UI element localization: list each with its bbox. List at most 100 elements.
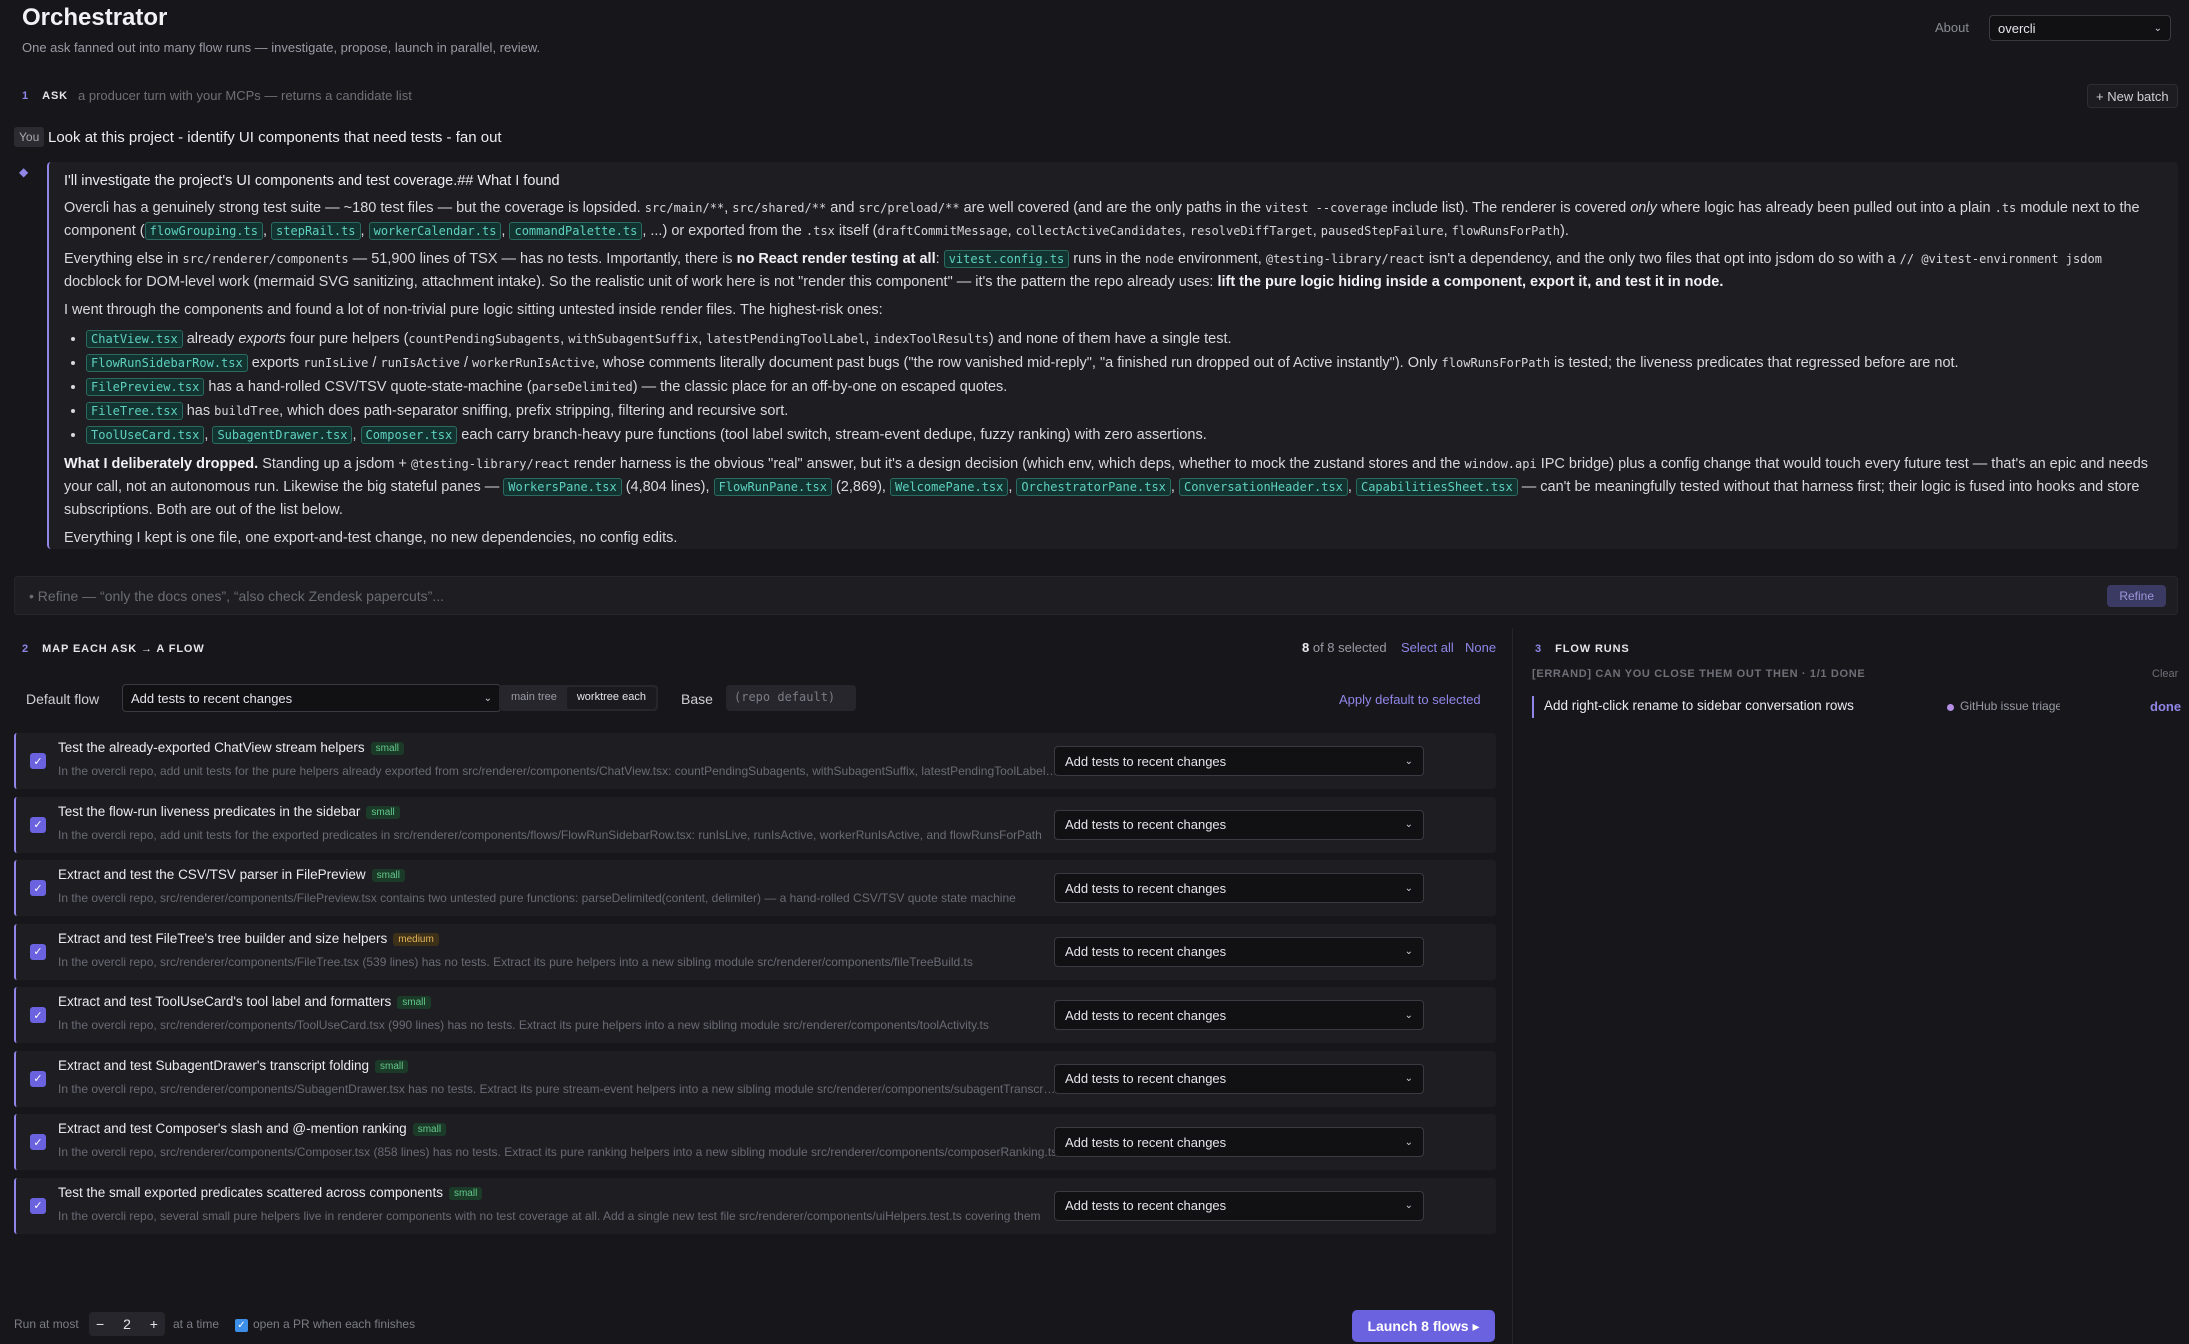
row-checkbox[interactable]: ✓ bbox=[30, 943, 46, 960]
map-section-header: 2 MAP EACH ASK → A FLOW bbox=[22, 643, 205, 655]
flow-select-value: Add tests to recent changes bbox=[1065, 753, 1227, 769]
flow-row-title: Extract and test ToolUseCard's tool labe… bbox=[58, 994, 431, 1009]
flow-row-description: In the overcli repo, add unit tests for … bbox=[58, 764, 1058, 778]
new-batch-button[interactable]: + New batch bbox=[2087, 84, 2178, 108]
step-number: 1 bbox=[22, 89, 29, 102]
chevron-down-icon: ⌄ bbox=[1404, 1073, 1413, 1084]
project-select[interactable]: overcli ⌄ bbox=[1989, 15, 2171, 41]
open-pr-label: open a PR when each finishes bbox=[253, 1317, 416, 1331]
select-none-link[interactable]: None bbox=[1465, 640, 1496, 655]
flow-row[interactable]: ✓ Extract and test the CSV/TSV parser in … bbox=[14, 860, 1496, 916]
row-checkbox[interactable]: ✓ bbox=[30, 1007, 46, 1023]
flow-select[interactable]: Add tests to recent changes ⌄ bbox=[1054, 746, 1424, 776]
flow-row-description: In the overcli repo, src/renderer/compon… bbox=[58, 1081, 1058, 1096]
file-tag: workerCalendar.ts bbox=[368, 222, 502, 240]
file-tag: OrchestratorPane.tsx bbox=[1016, 478, 1171, 496]
chevron-down-icon: ⌄ bbox=[1404, 1136, 1413, 1148]
file-tag: WelcomePane.tsx bbox=[889, 478, 1009, 496]
list-item: ToolUseCard.tsx, SubagentDrawer.tsx, Com… bbox=[86, 423, 2162, 447]
size-badge: small bbox=[374, 1059, 409, 1073]
file-tag: WorkersPane.tsx bbox=[503, 478, 622, 496]
file-tag: ToolUseCard.tsx bbox=[86, 426, 205, 444]
user-prompt: Look at this project - identify UI compo… bbox=[48, 129, 502, 146]
apply-default-link[interactable]: Apply default to selected bbox=[1339, 692, 1481, 707]
base-input[interactable]: (repo default) bbox=[726, 685, 856, 711]
step-number: 2 bbox=[22, 643, 29, 655]
answer-list: ChatView.tsx already exports four pure h… bbox=[86, 327, 2162, 447]
chevron-down-icon: ⌄ bbox=[1404, 1200, 1413, 1211]
launch-flows-button[interactable]: Launch 8 flows ▸ bbox=[1352, 1310, 1495, 1342]
worktree-each-option[interactable]: worktree each bbox=[566, 687, 656, 709]
flow-row-title: Extract and test the CSV/TSV parser in F… bbox=[58, 867, 405, 882]
project-select-value: overcli bbox=[1998, 20, 2036, 36]
flow-select[interactable]: Add tests to recent changes ⌄ bbox=[1054, 1190, 1424, 1221]
flow-row-title: Extract and test FileTree's tree builder… bbox=[58, 931, 439, 946]
flow-row-title: Test the small exported predicates scatt… bbox=[58, 1185, 483, 1200]
step-title: ASK bbox=[42, 89, 68, 102]
size-badge: medium bbox=[393, 932, 439, 946]
flow-run-row[interactable]: Add right-click rename to sidebar conver… bbox=[1532, 696, 2182, 718]
flow-run-status: done bbox=[2150, 699, 2182, 714]
flow-row[interactable]: ✓ Extract and test SubagentDrawer's trans… bbox=[14, 1050, 1496, 1107]
file-tag: FilePreview.tsx bbox=[86, 378, 205, 396]
flow-row-title: Extract and test Composer's slash and @-… bbox=[58, 1121, 447, 1136]
app-subtitle: One ask fanned out into many flow runs —… bbox=[22, 40, 541, 55]
step-title: FLOW RUNS bbox=[1555, 643, 1630, 655]
flow-row[interactable]: ✓ Test the flow-run liveness predicates i… bbox=[14, 796, 1496, 853]
increment-button[interactable]: + bbox=[150, 1316, 158, 1332]
open-pr-checkbox[interactable]: ✓ bbox=[235, 1319, 248, 1332]
flow-select[interactable]: Add tests to recent changes ⌄ bbox=[1054, 873, 1424, 903]
flow-select-value: Add tests to recent changes bbox=[1065, 1134, 1227, 1150]
select-all-link[interactable]: Select all bbox=[1401, 640, 1454, 655]
row-checkbox[interactable]: ✓ bbox=[30, 1197, 46, 1214]
errand-header: [ERRAND] CAN YOU CLOSE THEM OUT THEN · 1… bbox=[1532, 668, 1866, 680]
row-checkbox[interactable]: ✓ bbox=[30, 753, 46, 769]
flow-row-description: In the overcli repo, several small pure … bbox=[58, 1208, 1041, 1223]
row-checkbox[interactable]: ✓ bbox=[30, 880, 46, 896]
flow-select[interactable]: Add tests to recent changes ⌄ bbox=[1054, 1127, 1424, 1157]
flow-select-value: Add tests to recent changes bbox=[1065, 817, 1227, 832]
size-badge: small bbox=[366, 805, 400, 819]
refine-input[interactable]: • Refine — “only the docs ones”, “also c… bbox=[14, 576, 2178, 615]
default-flow-select[interactable]: Add tests to recent changes ⌄ bbox=[122, 684, 501, 712]
flow-row[interactable]: ✓ Test the small exported predicates scat… bbox=[14, 1177, 1496, 1234]
step-number: 3 bbox=[1535, 643, 1542, 655]
answer-paragraph: I went through the components and found … bbox=[64, 302, 883, 318]
flow-row-description: In the overcli repo, src/renderer/compon… bbox=[58, 954, 973, 969]
flow-row[interactable]: ✓ Extract and test ToolUseCard's tool lab… bbox=[14, 987, 1496, 1043]
flow-row[interactable]: ✓ Extract and test Composer's slash and @… bbox=[14, 1114, 1496, 1170]
file-tag: FileTree.tsx bbox=[86, 402, 183, 420]
flow-select[interactable]: Add tests to recent changes ⌄ bbox=[1054, 1063, 1424, 1094]
flow-select[interactable]: Add tests to recent changes ⌄ bbox=[1054, 1000, 1424, 1030]
step-description: a producer turn with your MCPs — returns… bbox=[78, 88, 412, 103]
file-tag: ConversationHeader.tsx bbox=[1178, 478, 1348, 496]
run-at-most-label: Run at most bbox=[14, 1317, 79, 1331]
flow-select[interactable]: Add tests to recent changes ⌄ bbox=[1054, 809, 1424, 840]
concurrency-stepper[interactable]: − 2 + bbox=[89, 1312, 165, 1336]
about-link[interactable]: About bbox=[1935, 20, 1969, 35]
list-item: FlowRunSidebarRow.tsx exports runIsLive … bbox=[86, 351, 2162, 375]
row-checkbox[interactable]: ✓ bbox=[30, 1134, 46, 1150]
flow-select-value: Add tests to recent changes bbox=[1065, 880, 1227, 896]
flow-select[interactable]: Add tests to recent changes ⌄ bbox=[1054, 936, 1424, 967]
clear-runs-link[interactable]: Clear bbox=[2152, 668, 2178, 680]
refine-button[interactable]: Refine bbox=[2107, 585, 2166, 607]
flow-select-value: Add tests to recent changes bbox=[1065, 1071, 1227, 1086]
row-checkbox[interactable]: ✓ bbox=[30, 1070, 46, 1087]
decrement-button[interactable]: − bbox=[96, 1316, 104, 1332]
size-badge: small bbox=[397, 996, 431, 1009]
answer-paragraph: What I deliberately dropped. Standing up… bbox=[64, 456, 2149, 518]
tree-mode-toggle[interactable]: main tree worktree each bbox=[499, 685, 658, 711]
size-badge: small bbox=[412, 1123, 447, 1136]
file-tag: stepRail.ts bbox=[271, 222, 361, 240]
main-tree-option[interactable]: main tree bbox=[501, 687, 567, 709]
flow-row[interactable]: ✓ Extract and test FileTree's tree builde… bbox=[14, 923, 1496, 980]
row-checkbox[interactable]: ✓ bbox=[30, 816, 46, 833]
flow-row[interactable]: ✓ Test the already-exported ChatView stre… bbox=[14, 733, 1496, 789]
step-title: MAP EACH ASK → A FLOW bbox=[42, 643, 205, 655]
flow-select-value: Add tests to recent changes bbox=[1065, 944, 1227, 959]
default-flow-label: Default flow bbox=[26, 691, 100, 707]
you-badge: You bbox=[14, 127, 45, 147]
answer-paragraph: Everything I kept is one file, one expor… bbox=[64, 530, 678, 546]
file-tag: SubagentDrawer.tsx bbox=[212, 426, 353, 444]
